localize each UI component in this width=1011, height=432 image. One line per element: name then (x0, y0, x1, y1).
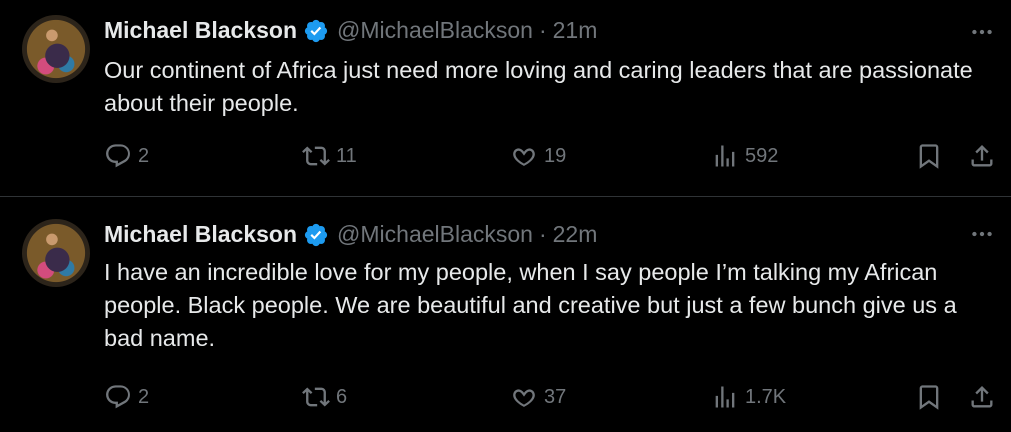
verified-badge-icon (304, 223, 328, 246)
bookmark-button[interactable] (915, 142, 943, 170)
share-button[interactable] (968, 383, 996, 411)
timestamp[interactable]: 21m (553, 17, 598, 44)
retweet-count: 6 (336, 385, 348, 408)
verified-badge-icon (304, 19, 328, 42)
like-count: 19 (544, 144, 567, 167)
action-bar: 2 6 37 1.7K (104, 383, 1000, 417)
action-bar: 2 11 19 592 (104, 142, 1000, 176)
avatar[interactable] (22, 15, 90, 83)
reply-icon (106, 385, 130, 409)
bookmark-button[interactable] (915, 383, 943, 411)
like-count: 37 (544, 385, 567, 408)
heart-icon (513, 389, 535, 407)
like-button[interactable]: 19 (510, 142, 566, 170)
retweet-button[interactable]: 6 (302, 383, 347, 411)
views-button[interactable]: 592 (711, 142, 778, 170)
tweet-header: Michael Blackson @MichaelBlackson · 21m (104, 17, 597, 44)
tweet[interactable]: Michael Blackson @MichaelBlackson · 22m … (0, 197, 1011, 432)
user-handle[interactable]: @MichaelBlackson (337, 17, 533, 44)
timestamp[interactable]: 22m (553, 221, 598, 248)
tweet-text: Our continent of Africa just need more l… (104, 57, 973, 116)
display-name[interactable]: Michael Blackson (104, 17, 297, 44)
retweet-button[interactable]: 11 (302, 142, 357, 170)
share-button[interactable] (968, 142, 996, 170)
reply-icon (106, 144, 130, 168)
views-count: 1.7K (745, 385, 787, 408)
share-icon (971, 386, 993, 408)
retweet-count: 11 (336, 144, 357, 167)
heart-icon (513, 148, 535, 166)
separator-dot: · (538, 17, 547, 43)
reply-count: 2 (138, 144, 150, 167)
user-handle[interactable]: @MichaelBlackson (337, 221, 533, 248)
display-name[interactable]: Michael Blackson (104, 221, 297, 248)
tweet[interactable]: Michael Blackson @MichaelBlackson · 21m … (0, 0, 1011, 197)
retweet-icon (302, 387, 330, 407)
views-button[interactable]: 1.7K (711, 383, 786, 411)
like-button[interactable]: 37 (510, 383, 566, 411)
share-icon (971, 145, 993, 167)
bookmark-icon (919, 385, 939, 410)
separator-dot: · (538, 221, 547, 247)
reply-count: 2 (138, 385, 150, 408)
views-count: 592 (745, 144, 779, 167)
more-dots-icon[interactable] (969, 221, 995, 247)
retweet-icon (302, 146, 330, 166)
tweet-header: Michael Blackson @MichaelBlackson · 22m (104, 221, 597, 248)
views-chart-icon (715, 145, 735, 167)
reply-button[interactable]: 2 (104, 142, 149, 170)
views-chart-icon (715, 386, 735, 408)
more-dots-icon[interactable] (969, 19, 995, 45)
reply-button[interactable]: 2 (104, 383, 149, 411)
tweet-text: I have an incredible love for my people,… (104, 259, 957, 351)
avatar[interactable] (22, 219, 90, 287)
bookmark-icon (919, 144, 939, 169)
